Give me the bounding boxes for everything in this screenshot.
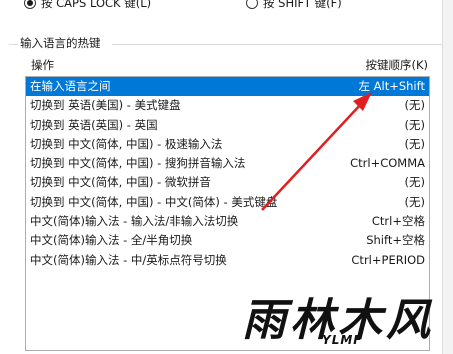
list-item-action: 切换到 中文(简体, 中国) - 中文(简体) - 美式键盘 bbox=[30, 194, 278, 209]
list-item-action: 切换到 中文(简体, 中国) - 极速输入法 bbox=[30, 136, 223, 151]
list-item-keys: Shift+空格 bbox=[366, 233, 425, 248]
list-item[interactable]: 切换到 中文(简体, 中国) - 中文(简体) - 美式键盘 (无) bbox=[26, 193, 429, 212]
column-header-keys[interactable]: 按键顺序(K) bbox=[365, 57, 428, 73]
list-item-keys: (无) bbox=[404, 194, 425, 209]
watermark-sub-text: YLMF bbox=[322, 333, 363, 347]
shift-radio[interactable]: 按 SHIFT 键(F) bbox=[246, 0, 342, 11]
radio-checked-icon bbox=[24, 0, 36, 9]
list-item-action: 中文(简体)输入法 - 输入法/非输入法切换 bbox=[30, 214, 239, 229]
list-item-action: 中文(简体)输入法 - 全/半角切换 bbox=[30, 233, 193, 248]
group-border bbox=[9, 44, 18, 45]
column-header-action[interactable]: 操作 bbox=[31, 57, 54, 73]
list-item[interactable]: 中文(简体)输入法 - 输入法/非输入法切换 Ctrl+空格 bbox=[26, 212, 429, 231]
list-item[interactable]: 切换到 英语(美国) - 美式键盘 (无) bbox=[26, 96, 429, 115]
radio-unchecked-icon bbox=[246, 0, 258, 9]
list-item-keys: (无) bbox=[404, 117, 425, 132]
list-item-keys: Ctrl+空格 bbox=[371, 214, 425, 229]
list-item[interactable]: 切换到 中文(简体, 中国) - 极速输入法 (无) bbox=[26, 135, 429, 154]
list-column-header: 操作 按键顺序(K) bbox=[0, 57, 453, 73]
list-item-keys: (无) bbox=[404, 136, 425, 151]
list-item-action: 切换到 中文(简体, 中国) - 搜狗拼音输入法 bbox=[30, 156, 246, 171]
list-item-action: 切换到 英语(美国) - 美式键盘 bbox=[30, 98, 181, 113]
window-right-edge bbox=[442, 0, 453, 354]
hotkey-group-title: 输入语言的热键 bbox=[20, 36, 101, 50]
list-item-action: 在输入语言之间 bbox=[30, 79, 111, 93]
list-item[interactable]: 中文(简体)输入法 - 中/英标点符号切换 Ctrl+PERIOD bbox=[26, 251, 429, 270]
list-item-keys: Ctrl+PERIOD bbox=[351, 252, 425, 267]
list-item-action: 切换到 中文(简体, 中国) - 微软拼音 bbox=[30, 175, 211, 190]
list-item[interactable]: 在输入语言之间 左 Alt+Shift bbox=[26, 77, 429, 97]
list-item[interactable]: 中文(简体)输入法 - 全/半角切换 Shift+空格 bbox=[26, 231, 429, 250]
list-item-action: 中文(简体)输入法 - 中/英标点符号切换 bbox=[30, 252, 227, 267]
list-item-action: 切换到 英语(英国) - 英国 bbox=[30, 117, 158, 132]
watermark-logo: 雨林木风 YLMF bbox=[242, 284, 442, 354]
group-border bbox=[112, 44, 442, 45]
shift-radio-label: 按 SHIFT 键(F) bbox=[263, 0, 342, 10]
list-item[interactable]: 切换到 中文(简体, 中国) - 微软拼音 (无) bbox=[26, 173, 429, 192]
caps-lock-radio-label: 按 CAPS LOCK 键(L) bbox=[41, 0, 152, 10]
hotkey-mode-radio-group: 按 CAPS LOCK 键(L) 按 SHIFT 键(F) bbox=[0, 0, 453, 11]
list-item[interactable]: 切换到 中文(简体, 中国) - 搜狗拼音输入法 Ctrl+COMMA bbox=[26, 154, 429, 173]
list-item-keys: Ctrl+COMMA bbox=[350, 156, 425, 171]
caps-lock-radio[interactable]: 按 CAPS LOCK 键(L) bbox=[24, 0, 151, 11]
list-item-keys: 左 Alt+Shift bbox=[358, 79, 425, 93]
list-item-keys: (无) bbox=[404, 175, 425, 190]
list-item-keys: (无) bbox=[404, 98, 425, 113]
list-item[interactable]: 切换到 英语(英国) - 英国 (无) bbox=[26, 116, 429, 135]
